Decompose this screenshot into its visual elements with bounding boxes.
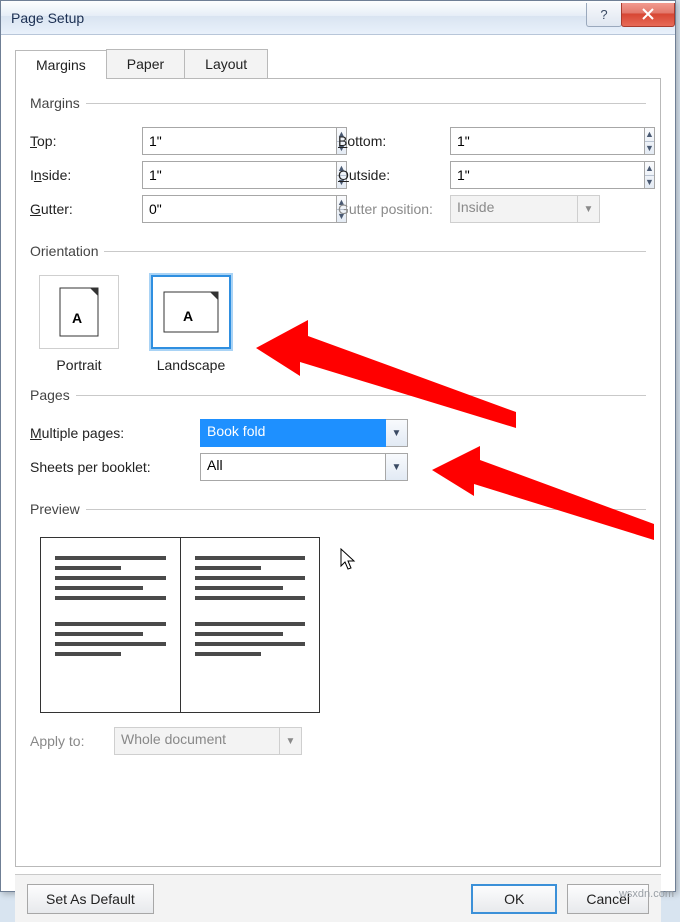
orientation-group: Orientation A Portrait A Landscape xyxy=(30,243,646,373)
top-label: Top: xyxy=(30,133,142,149)
outside-input[interactable] xyxy=(450,161,645,189)
chevron-down-icon[interactable]: ▼ xyxy=(386,419,408,447)
margins-legend: Margins xyxy=(30,95,86,111)
svg-text:A: A xyxy=(72,310,82,326)
preview-page-right xyxy=(181,538,320,712)
window-title: Page Setup xyxy=(11,10,586,26)
tab-panel: Margins Top: ▲▼ Inside: xyxy=(15,79,661,867)
preview-legend: Preview xyxy=(30,501,86,517)
preview-page-left xyxy=(41,538,181,712)
svg-text:A: A xyxy=(183,308,193,324)
tab-margins[interactable]: Margins xyxy=(15,50,107,79)
apply-to-dropdown[interactable]: Whole document ▼ xyxy=(114,727,302,755)
multiple-pages-label: Multiple pages: xyxy=(30,425,200,441)
margins-group: Margins Top: ▲▼ Inside: xyxy=(30,95,646,229)
watermark: wsxdn.com xyxy=(619,888,674,900)
bottom-spinner[interactable]: ▲▼ xyxy=(450,127,588,155)
help-button[interactable]: ? xyxy=(586,3,622,27)
gutter-position-dropdown: Inside ▼ xyxy=(450,195,600,223)
ok-button[interactable]: OK xyxy=(471,884,557,914)
pages-legend: Pages xyxy=(30,387,76,403)
gutter-position-value: Inside xyxy=(450,195,578,223)
orientation-landscape[interactable]: A Landscape xyxy=(148,275,234,373)
apply-to-label: Apply to: xyxy=(30,733,114,749)
inside-spinner[interactable]: ▲▼ xyxy=(142,161,280,189)
orientation-legend: Orientation xyxy=(30,243,104,259)
inside-input[interactable] xyxy=(142,161,337,189)
multiple-pages-dropdown[interactable]: Book fold ▼ xyxy=(200,419,408,447)
page-setup-dialog: Page Setup ? Margins Paper Layout Margin… xyxy=(0,0,676,892)
orientation-portrait[interactable]: A Portrait xyxy=(36,275,122,373)
sheets-value: All xyxy=(200,453,386,481)
gutter-input[interactable] xyxy=(142,195,337,223)
multiple-pages-value: Book fold xyxy=(200,419,386,447)
sheets-dropdown[interactable]: All ▼ xyxy=(200,453,408,481)
portrait-label: Portrait xyxy=(36,357,122,373)
gutter-position-label: Gutter position: xyxy=(338,201,450,217)
top-input[interactable] xyxy=(142,127,337,155)
preview-group: Preview Apply to: xyxy=(30,501,646,761)
bottom-spin-buttons[interactable]: ▲▼ xyxy=(645,127,655,155)
dialog-body: Margins Paper Layout Margins Top: ▲▼ xyxy=(1,35,675,877)
titlebar: Page Setup ? xyxy=(1,1,675,35)
outside-spin-buttons[interactable]: ▲▼ xyxy=(645,161,655,189)
chevron-down-icon[interactable]: ▼ xyxy=(386,453,408,481)
set-as-default-button[interactable]: Set As Default xyxy=(27,884,154,914)
close-button[interactable] xyxy=(621,3,675,27)
chevron-down-icon[interactable]: ▼ xyxy=(280,727,302,755)
gutter-spinner[interactable]: ▲▼ xyxy=(142,195,280,223)
bottom-input[interactable] xyxy=(450,127,645,155)
inside-label: Inside: xyxy=(30,167,142,183)
top-spinner[interactable]: ▲▼ xyxy=(142,127,280,155)
dialog-footer: Set As Default OK Cancel xyxy=(15,874,661,922)
pages-group: Pages Multiple pages: Book fold ▼ Sheets… xyxy=(30,387,646,487)
chevron-down-icon: ▼ xyxy=(578,195,600,223)
tab-layout[interactable]: Layout xyxy=(184,49,268,78)
tab-strip: Margins Paper Layout xyxy=(15,49,661,79)
bottom-label: Bottom: xyxy=(338,133,450,149)
preview-image xyxy=(40,537,320,713)
outside-spinner[interactable]: ▲▼ xyxy=(450,161,588,189)
outside-label: Outside: xyxy=(338,167,450,183)
sheets-label: Sheets per booklet: xyxy=(30,459,200,475)
close-icon xyxy=(642,8,654,20)
tab-paper[interactable]: Paper xyxy=(106,49,185,78)
landscape-label: Landscape xyxy=(148,357,234,373)
landscape-icon: A xyxy=(151,275,231,349)
gutter-label: Gutter: xyxy=(30,201,142,217)
apply-to-value: Whole document xyxy=(114,727,280,755)
portrait-icon: A xyxy=(39,275,119,349)
